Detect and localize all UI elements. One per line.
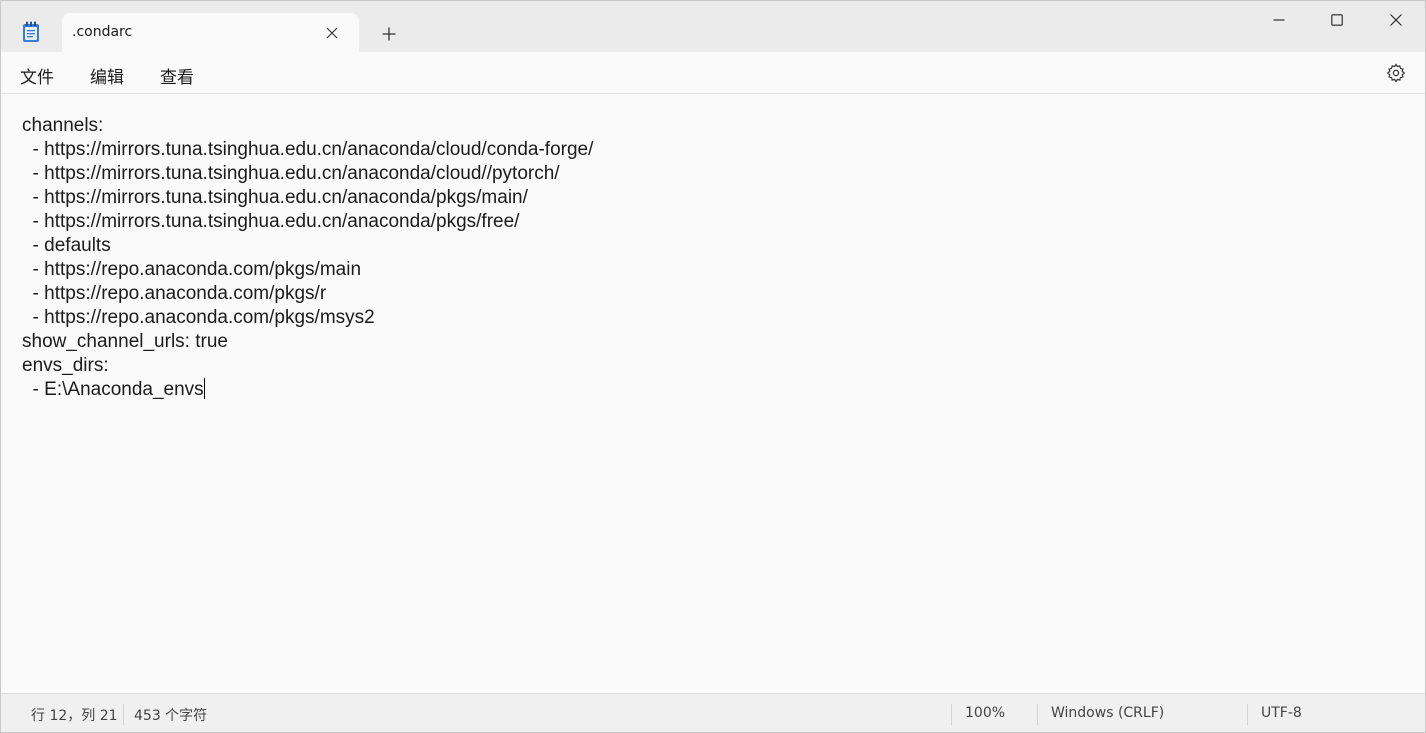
tab-close-icon[interactable] [323,24,341,42]
editor-line: - https://repo.anaconda.com/pkgs/msys2 [22,307,375,328]
tab-condarc[interactable]: .condarc [62,13,359,53]
close-icon [1390,14,1402,26]
status-cursor-position: 行 12，列 21 [31,708,118,724]
editor-line: - https://mirrors.tuna.tsinghua.edu.cn/a… [22,163,560,184]
settings-gear-icon[interactable] [1386,63,1406,83]
title-bar[interactable]: .condarc [1,1,1425,53]
notepad-icon [21,21,41,43]
menu-bar: 文件 编辑 查看 [1,52,1425,94]
minimize-icon [1273,19,1285,21]
close-window-button[interactable] [1367,1,1425,39]
status-divider [1037,704,1038,725]
editor-line: - https://repo.anaconda.com/pkgs/r [22,283,327,304]
editor-line: - https://mirrors.tuna.tsinghua.edu.cn/a… [22,211,520,232]
editor-line: show_channel_urls: true [22,331,228,352]
status-encoding[interactable]: UTF-8 [1261,705,1302,721]
editor-line: - https://mirrors.tuna.tsinghua.edu.cn/a… [22,187,528,208]
editor-line: - https://mirrors.tuna.tsinghua.edu.cn/a… [22,139,594,160]
status-zoom[interactable]: 100% [965,705,1005,721]
editor-line: - https://repo.anaconda.com/pkgs/main [22,259,362,280]
editor-line: - E:\Anaconda_envs [22,379,204,400]
text-editor[interactable]: channels: - https://mirrors.tuna.tsinghu… [1,94,1425,692]
status-line-ending[interactable]: Windows (CRLF) [1051,705,1164,721]
status-char-count: 453 个字符 [134,708,208,724]
new-tab-plus-icon[interactable] [378,23,400,45]
tab-title: .condarc [72,24,133,40]
editor-content[interactable]: channels: - https://mirrors.tuna.tsinghu… [22,114,593,402]
editor-line: channels: [22,115,104,136]
text-caret [203,378,205,399]
menu-edit[interactable]: 编辑 [90,63,124,88]
editor-line: envs_dirs: [22,355,109,376]
editor-line: - defaults [22,235,111,256]
maximize-icon [1331,14,1343,26]
menu-view[interactable]: 查看 [160,63,194,88]
notepad-window: .condarc 文件 编辑 查看 channels: - https://mi… [0,0,1426,733]
status-bar: 行 12，列 21 453 个字符 100% Windows (CRLF) UT… [1,693,1425,732]
status-divider [951,704,952,725]
status-divider [123,704,124,725]
minimize-button[interactable] [1250,1,1308,39]
menu-file[interactable]: 文件 [20,63,54,88]
maximize-button[interactable] [1308,1,1366,39]
status-divider [1247,704,1248,725]
